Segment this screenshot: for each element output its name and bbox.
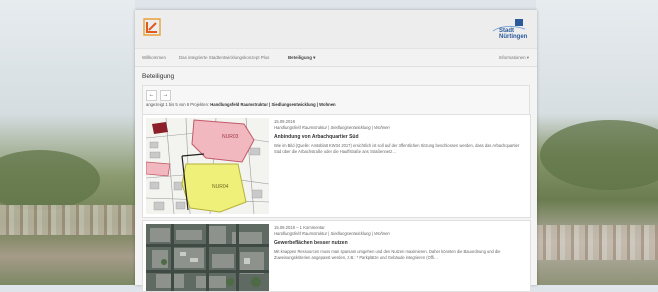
- city-logo-text: Stadt Nürtingen: [499, 28, 528, 40]
- article-title[interactable]: Anbindung von Arbachquartier Süd: [274, 134, 359, 140]
- site-header: Stadt Nürtingen: [135, 10, 537, 48]
- nav-item-welcome[interactable]: Willkommen: [142, 55, 166, 60]
- site-logo[interactable]: [143, 18, 161, 36]
- article-thumbnail-map[interactable]: NUR03 NUR04: [146, 118, 269, 214]
- article-excerpt: Mit knappen Ressourcen muss man sparsam …: [274, 249, 501, 260]
- background-left: [0, 0, 135, 285]
- prev-page-button[interactable]: ←: [146, 90, 157, 101]
- nav-item-information[interactable]: Informationen ▾: [499, 55, 529, 61]
- article-category[interactable]: Handlungsfeld Raumstruktur | Siedlungsen…: [274, 231, 390, 236]
- article-card[interactable]: 15.09.2018 – 1 Kommentar Handlungsfeld R…: [142, 220, 531, 292]
- background-town: [537, 225, 658, 260]
- article-date: 15.09.2018 – 1 Kommentar: [274, 225, 325, 230]
- map-label: NUR04: [212, 184, 229, 190]
- article-excerpt: Wie im Bild (Quelle: Amtsblatt KW34 2017…: [274, 143, 520, 154]
- nav-item-isek[interactable]: Das integrierte Stadtentwicklungskonzept…: [179, 55, 269, 60]
- results-count: angezeigt 1 bis 5 von 6 Projekten:: [146, 102, 210, 107]
- main-panel: Stadt Nürtingen Willkommen Das integrier…: [135, 10, 537, 292]
- main-nav: Willkommen Das integrierte Stadtentwickl…: [135, 48, 537, 67]
- map-label: NUR03: [222, 134, 239, 140]
- results-info: angezeigt 1 bis 5 von 6 Projekten: Handl…: [146, 102, 336, 107]
- filter-pager: ← → angezeigt 1 bis 5 von 6 Projekten: H…: [142, 85, 530, 115]
- page-title: Beteiligung: [142, 73, 175, 80]
- article-thumbnail-aerial[interactable]: [146, 224, 269, 291]
- nav-item-participation[interactable]: Beteiligung ▾: [288, 55, 315, 61]
- next-page-button[interactable]: →: [160, 90, 171, 101]
- results-filter: Handlungsfeld Raumstruktur | Siedlungsen…: [210, 102, 336, 107]
- article-category[interactable]: Handlungsfeld Raumstruktur | Siedlungsen…: [274, 125, 390, 130]
- article-date: 15.09.2018: [274, 119, 295, 124]
- city-logo[interactable]: Stadt Nürtingen: [491, 17, 527, 41]
- article-card[interactable]: NUR03 NUR04 15.09.2018 Handlungsfeld Rau…: [142, 114, 531, 218]
- article-title[interactable]: Gewerbeflächen besser nutzen: [274, 240, 348, 246]
- background-town: [0, 205, 135, 235]
